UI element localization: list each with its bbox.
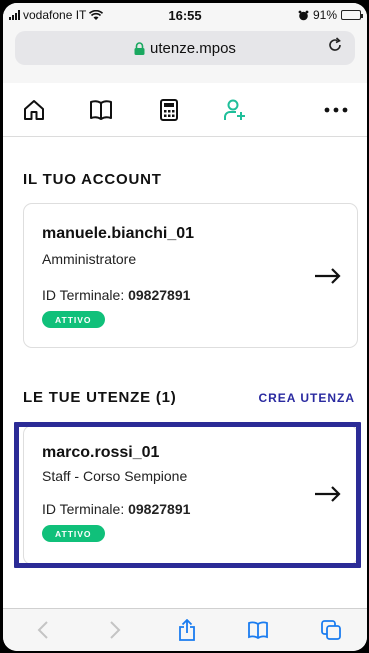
users-section-title: LE TUE UTENZE (1) [23, 389, 177, 406]
browser-toolbar [3, 608, 367, 651]
alarm-icon [298, 10, 309, 20]
highlight-frame [14, 422, 361, 568]
more-icon[interactable] [321, 98, 351, 122]
account-username: manuele.bianchi_01 [42, 225, 195, 242]
address-bar[interactable]: utenze.mpos [15, 31, 355, 65]
book-icon[interactable] [89, 98, 113, 122]
terminal-label: ID Terminale: [42, 287, 125, 303]
browser-chrome: vodafone IT 16:55 91% utenze.mpos [3, 3, 367, 83]
calculator-icon[interactable] [157, 98, 181, 122]
tabs-icon[interactable] [319, 619, 343, 641]
app-nav [3, 83, 367, 137]
terminal-id: 09827891 [128, 287, 191, 303]
status-right: 91% [298, 8, 363, 22]
create-user-link[interactable]: CREA UTENZA [258, 391, 355, 405]
status-badge: ATTIVO [42, 311, 105, 328]
share-icon[interactable] [175, 619, 199, 641]
battery-percent: 91% [312, 8, 337, 22]
account-card[interactable]: manuele.bianchi_01 Amministratore ID Ter… [23, 203, 358, 348]
back-icon[interactable] [31, 619, 55, 641]
arrow-right-icon [315, 268, 341, 284]
forward-icon[interactable] [103, 619, 127, 641]
home-icon[interactable] [22, 98, 46, 122]
lock-icon [134, 41, 145, 55]
phone-screen: vodafone IT 16:55 91% utenze.mpos IL TUO… [3, 3, 367, 651]
status-bar: vodafone IT 16:55 91% [3, 3, 367, 27]
bookmarks-icon[interactable] [246, 619, 270, 641]
add-user-icon[interactable] [223, 98, 247, 122]
account-role: Amministratore [42, 251, 137, 267]
account-terminal: ID Terminale: 09827891 [42, 287, 190, 303]
account-section-title: IL TUO ACCOUNT [23, 171, 162, 188]
url-text: utenze.mpos [150, 39, 236, 57]
battery-icon [341, 10, 363, 20]
reload-icon[interactable] [327, 37, 343, 58]
main-content: IL TUO ACCOUNT manuele.bianchi_01 Ammini… [3, 138, 367, 608]
